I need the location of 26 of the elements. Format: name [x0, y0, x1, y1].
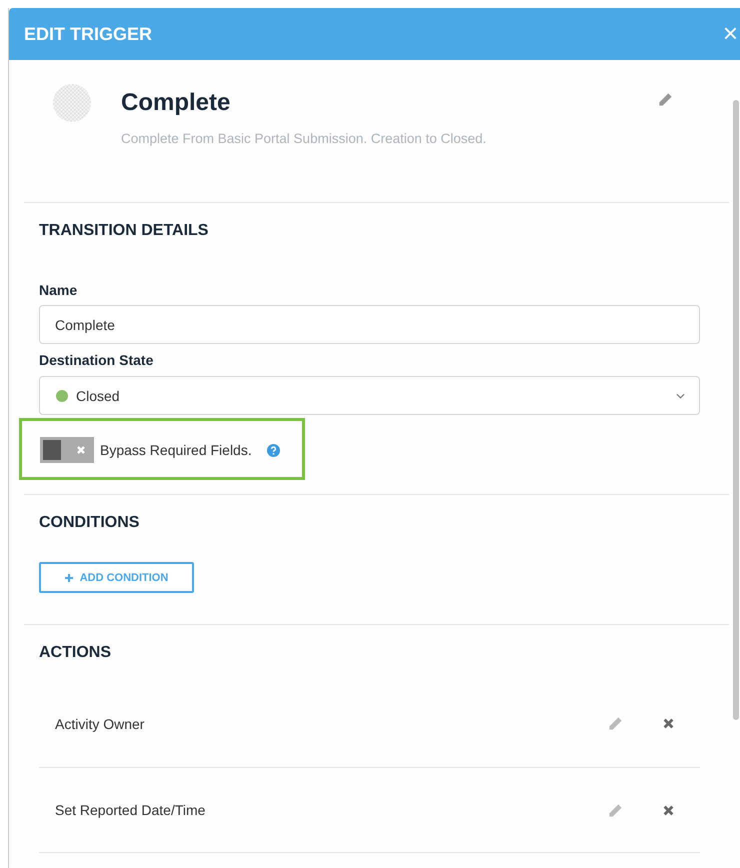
edit-icon[interactable] [608, 802, 623, 818]
section-heading: CONDITIONS [39, 514, 140, 532]
section-heading: TRANSITION DETAILS [39, 222, 210, 240]
toggle-label: Bypass Required Fields. [100, 442, 252, 458]
trigger-description: Complete From Basic Portal Submission. Creation to Closed. [121, 131, 486, 146]
section-heading: ACTIONS [39, 644, 112, 662]
trigger-title: Complete [121, 89, 232, 117]
scrollbar[interactable] [733, 100, 739, 720]
help-icon[interactable] [266, 444, 280, 456]
action-name: Activity Owner [55, 716, 146, 732]
edit-icon[interactable] [658, 92, 673, 107]
cross-icon [76, 445, 86, 455]
action-name: Set Reported Date/Time [55, 802, 206, 818]
chevron-icon [676, 392, 685, 398]
destination-dropdown[interactable]: Closed [39, 376, 700, 415]
avatar-icon [53, 84, 91, 122]
name-field[interactable]: Complete [39, 305, 700, 344]
window-title: EDIT TRIGGER [24, 24, 152, 44]
plus-icon [64, 574, 73, 582]
edit-icon[interactable] [608, 716, 623, 731]
delete-icon[interactable] [663, 718, 674, 729]
field-label: Name [39, 282, 78, 298]
toggle-switch[interactable] [40, 437, 94, 463]
delete-icon[interactable] [663, 804, 674, 816]
field-label: Destination State [39, 352, 154, 368]
selected-value: Closed [76, 388, 121, 404]
